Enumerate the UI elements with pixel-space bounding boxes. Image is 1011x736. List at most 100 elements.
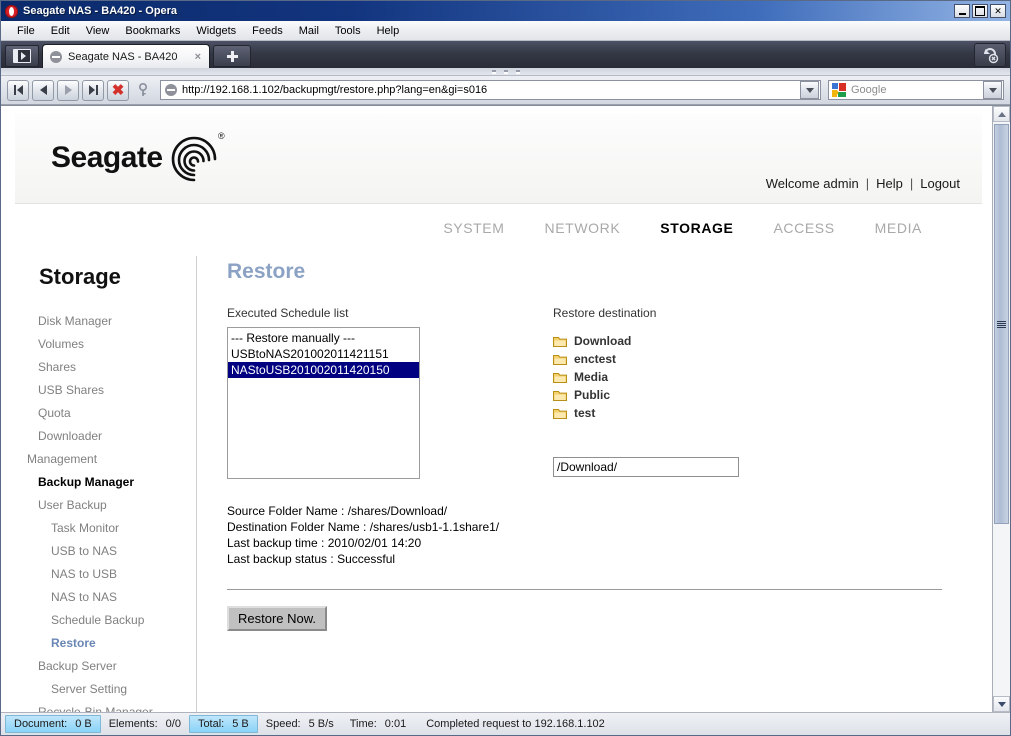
list-item[interactable]: Download xyxy=(553,334,982,349)
sidebar-item-restore[interactable]: Restore xyxy=(15,632,196,655)
opera-logo-icon xyxy=(5,4,18,18)
menu-item-help[interactable]: Help xyxy=(369,23,408,39)
status-value: 5 B xyxy=(232,718,249,730)
list-item[interactable]: --- Restore manually --- xyxy=(228,330,419,346)
status-speed: Speed: 5 B/s xyxy=(258,716,342,732)
destination-path-input[interactable]: /Download/ xyxy=(553,457,739,477)
menu-item-file[interactable]: File xyxy=(9,23,43,39)
sidebar-item-server-setting[interactable]: Server Setting xyxy=(15,678,196,701)
registered-mark: ® xyxy=(217,131,225,141)
sidebar-item-downloader[interactable]: Downloader xyxy=(15,425,196,448)
reload-icon[interactable] xyxy=(974,43,1006,67)
detail-destination-folder: Destination Folder Name : /shares/usb1-1… xyxy=(227,520,500,534)
vertical-scrollbar[interactable] xyxy=(992,106,1010,712)
key-icon xyxy=(138,82,148,96)
close-icon[interactable]: × xyxy=(191,51,205,63)
status-label: Document: xyxy=(14,718,68,730)
status-value: 0:01 xyxy=(384,718,407,730)
rewind-button[interactable] xyxy=(7,79,29,101)
sidebar-item-disk-manager[interactable]: Disk Manager xyxy=(15,310,196,333)
sidebar-item-shares[interactable]: Shares xyxy=(15,356,196,379)
list-item[interactable]: USBtoNAS201002011421151 xyxy=(228,346,419,362)
status-value: 5 B/s xyxy=(308,718,334,730)
page-body: Storage Disk Manager Volumes Shares USB … xyxy=(15,256,982,712)
list-item[interactable]: Media xyxy=(553,370,982,385)
address-dropdown-button[interactable] xyxy=(800,81,819,99)
sidebar-item-user-backup[interactable]: User Backup xyxy=(15,494,196,517)
window-title: Seagate NAS - BA420 - Opera xyxy=(23,5,178,17)
scrollbar-track[interactable] xyxy=(993,122,1010,696)
rewind-icon xyxy=(16,85,23,95)
browser-tab[interactable]: Seagate NAS - BA420 × xyxy=(42,44,210,68)
scroll-up-icon[interactable] xyxy=(993,106,1010,122)
title-bar: Seagate NAS - BA420 - Opera xyxy=(1,1,1010,21)
status-document: Document: 0 B xyxy=(5,715,101,733)
detail-last-backup-time: Last backup time : 2010/02/01 14:20 xyxy=(227,536,422,550)
scrollbar-thumb[interactable] xyxy=(994,124,1009,524)
nav-tab-storage[interactable]: STORAGE xyxy=(660,220,733,236)
menu-item-widgets[interactable]: Widgets xyxy=(188,23,244,39)
sidebar-item-usb-shares[interactable]: USB Shares xyxy=(15,379,196,402)
page-favicon-icon xyxy=(165,84,177,96)
page-favicon-icon xyxy=(50,50,62,63)
account-bar: Welcome admin | Help | Logout xyxy=(766,176,960,203)
google-icon xyxy=(832,83,846,97)
nav-tab-network[interactable]: NETWORK xyxy=(545,220,621,236)
sidebar-item-volumes[interactable]: Volumes xyxy=(15,333,196,356)
logout-link[interactable]: Logout xyxy=(920,176,960,191)
nav-tab-access[interactable]: ACCESS xyxy=(773,220,834,236)
drag-dot xyxy=(503,69,508,74)
status-value: 0/0 xyxy=(165,718,181,730)
new-tab-button[interactable] xyxy=(213,45,251,67)
menu-item-tools[interactable]: Tools xyxy=(327,23,369,39)
sidebar-item-nas-to-usb[interactable]: NAS to USB xyxy=(15,563,196,586)
menu-item-mail[interactable]: Mail xyxy=(291,23,327,39)
address-input[interactable]: http://192.168.1.102/backupmgt/restore.p… xyxy=(160,80,821,100)
nav-tab-system[interactable]: SYSTEM xyxy=(443,220,504,236)
folder-name: Download xyxy=(574,334,632,348)
minimize-button[interactable] xyxy=(954,4,970,18)
toolbar-drag-handle[interactable] xyxy=(1,68,1010,76)
sidebar-item-quota[interactable]: Quota xyxy=(15,402,196,425)
list-item[interactable]: Public xyxy=(553,388,982,403)
menu-item-bookmarks[interactable]: Bookmarks xyxy=(117,23,188,39)
stop-button[interactable]: ✖ xyxy=(107,79,129,101)
sidebar-item-usb-to-nas[interactable]: USB to NAS xyxy=(15,540,196,563)
separator: | xyxy=(865,176,870,191)
grip-icon xyxy=(997,320,1006,328)
maximize-button[interactable] xyxy=(972,4,988,18)
list-item[interactable]: NAStoUSB201002011420150 xyxy=(228,362,419,378)
scroll-down-icon[interactable] xyxy=(993,696,1010,712)
security-button[interactable] xyxy=(132,80,154,101)
sidebar-item-backup-server[interactable]: Backup Server xyxy=(15,655,196,678)
arrow-right-icon xyxy=(64,85,72,95)
forward-button[interactable] xyxy=(57,79,79,101)
sidebar-item-task-monitor[interactable]: Task Monitor xyxy=(15,517,196,540)
help-link[interactable]: Help xyxy=(876,176,903,191)
menu-item-view[interactable]: View xyxy=(78,23,118,39)
list-item[interactable]: enctest xyxy=(553,352,982,367)
search-dropdown-button[interactable] xyxy=(983,81,1002,99)
schedule-listbox[interactable]: --- Restore manually --- USBtoNAS2010020… xyxy=(227,327,420,479)
site-header: Seagate ® Welcome admin | Help | Logout xyxy=(15,113,982,204)
drag-dot xyxy=(491,69,496,74)
seagate-swirl-icon: ® xyxy=(165,129,225,187)
search-input[interactable]: Google xyxy=(828,80,1004,100)
sidebar-item-backup-manager[interactable]: Backup Manager xyxy=(15,471,196,494)
fast-forward-button[interactable] xyxy=(82,79,104,101)
close-button[interactable] xyxy=(990,4,1006,18)
page-title: Storage xyxy=(39,264,121,289)
nav-tab-media[interactable]: MEDIA xyxy=(875,220,922,236)
sidebar-group-management: Management xyxy=(27,452,98,466)
panel-toggle-icon[interactable] xyxy=(5,45,39,67)
list-item[interactable]: test xyxy=(553,406,982,421)
restore-now-button[interactable]: Restore Now. xyxy=(227,606,328,631)
back-button[interactable] xyxy=(32,79,54,101)
sidebar-item-schedule-backup[interactable]: Schedule Backup xyxy=(15,609,196,632)
menu-bar: File Edit View Bookmarks Widgets Feeds M… xyxy=(1,21,1010,41)
menu-item-feeds[interactable]: Feeds xyxy=(244,23,291,39)
menu-item-edit[interactable]: Edit xyxy=(43,23,78,39)
sidebar-item-recycle-bin-manager[interactable]: Recycle-Bin Manager xyxy=(15,701,196,712)
sidebar-item-nas-to-nas[interactable]: NAS to NAS xyxy=(15,586,196,609)
seagate-logo: Seagate ® xyxy=(51,129,225,187)
